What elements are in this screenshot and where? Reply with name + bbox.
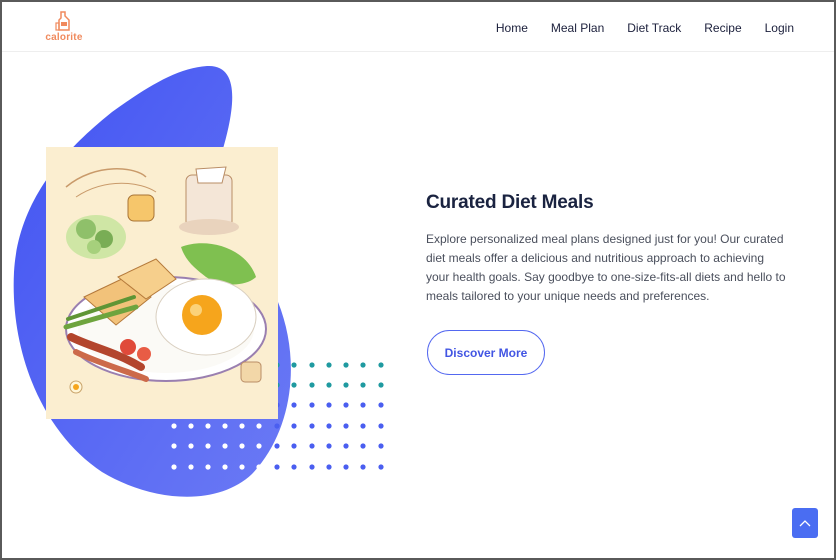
decorative-dot [291, 464, 297, 470]
hero-heading: Curated Diet Meals [426, 192, 594, 213]
decorative-dot [378, 423, 384, 429]
decorative-dot [360, 362, 366, 368]
decorative-dot [188, 464, 194, 470]
nav-link-home[interactable]: Home [496, 21, 528, 35]
decorative-dot [326, 443, 332, 449]
decorative-dot [171, 423, 177, 429]
decorative-dot [291, 402, 297, 408]
decorative-dot [326, 464, 332, 470]
decorative-dot [309, 382, 315, 388]
decorative-dot [291, 443, 297, 449]
decorative-dot [343, 382, 349, 388]
decorative-dot [188, 443, 194, 449]
decorative-dot [360, 464, 366, 470]
decorative-dot [378, 464, 384, 470]
decorative-dot [343, 464, 349, 470]
decorative-dot [222, 423, 228, 429]
page: calorite Home Meal Plan Diet Track Recip… [0, 0, 836, 560]
decorative-dot [205, 443, 211, 449]
hero-description: Explore personalized meal plans designed… [426, 232, 786, 303]
decorative-dot [239, 423, 245, 429]
brand-name: calorite [45, 32, 83, 43]
bottle-icon [55, 11, 70, 31]
decorative-dot [239, 464, 245, 470]
nav-link-login[interactable]: Login [765, 21, 794, 35]
decorative-dot [326, 362, 332, 368]
decorative-dot [205, 464, 211, 470]
decorative-dot [291, 362, 297, 368]
decorative-dot [256, 464, 262, 470]
decorative-dot [360, 382, 366, 388]
decorative-dot [309, 423, 315, 429]
chevron-up-icon [799, 520, 811, 527]
breakfast-plate-illustration [46, 147, 278, 419]
decorative-dot [326, 382, 332, 388]
decorative-dot [343, 423, 349, 429]
decorative-dot [343, 362, 349, 368]
brand-logo[interactable]: calorite [42, 11, 86, 47]
decorative-dot [378, 362, 384, 368]
hero-content: Curated Diet Meals Explore personalized … [426, 192, 786, 306]
decorative-dot [360, 423, 366, 429]
main-nav: Home Meal Plan Diet Track Recipe Login [496, 21, 794, 35]
decorative-dot [309, 362, 315, 368]
decorative-dot [239, 443, 245, 449]
decorative-dot [171, 443, 177, 449]
decorative-dot [188, 423, 194, 429]
decorative-dot [343, 402, 349, 408]
decorative-dot [309, 402, 315, 408]
decorative-dot [256, 443, 262, 449]
decorative-dot [274, 443, 280, 449]
decorative-dot [274, 464, 280, 470]
decorative-dot [256, 423, 262, 429]
nav-link-meal-plan[interactable]: Meal Plan [551, 21, 604, 35]
decorative-dot [309, 464, 315, 470]
decorative-dot [222, 443, 228, 449]
decorative-dot [291, 382, 297, 388]
discover-more-button[interactable]: Discover More [427, 330, 545, 375]
decorative-dot [326, 423, 332, 429]
scroll-to-top-button[interactable] [792, 508, 818, 538]
decorative-dot [309, 443, 315, 449]
nav-link-recipe[interactable]: Recipe [704, 21, 741, 35]
decorative-dot [378, 382, 384, 388]
decorative-dot [326, 402, 332, 408]
navbar: calorite Home Meal Plan Diet Track Recip… [2, 2, 834, 52]
decorative-dot [378, 402, 384, 408]
decorative-dot [222, 464, 228, 470]
decorative-dot [171, 464, 177, 470]
nav-link-diet-track[interactable]: Diet Track [627, 21, 681, 35]
decorative-dot [205, 423, 211, 429]
decorative-dot [378, 443, 384, 449]
decorative-dot [360, 402, 366, 408]
decorative-dot [291, 423, 297, 429]
decorative-dot [360, 443, 366, 449]
decorative-dot [343, 443, 349, 449]
decorative-dot [274, 423, 280, 429]
